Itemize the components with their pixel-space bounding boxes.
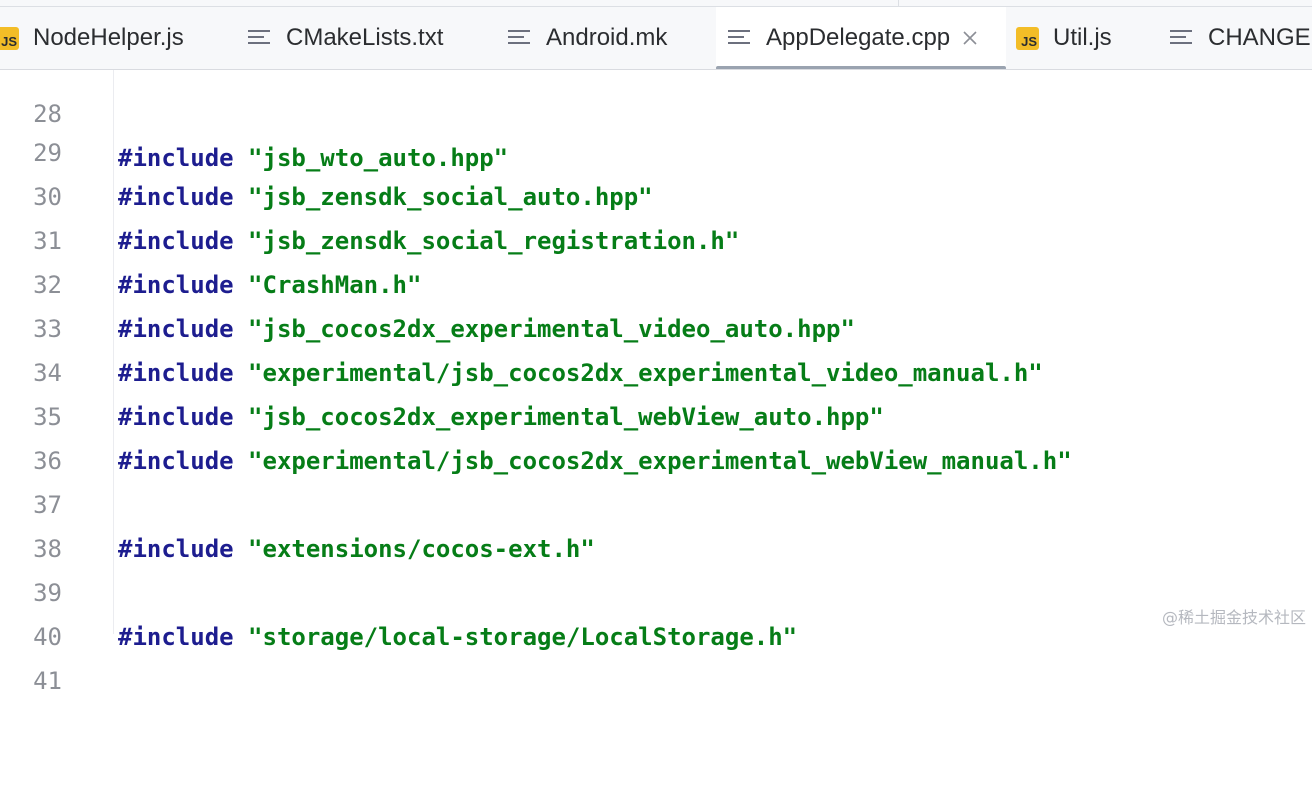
watermark: @稀土掘金技术社区 <box>1161 608 1306 627</box>
code-line[interactable]: 33 #include "experimental/jsb_cocos2dx_e… <box>0 263 1312 387</box>
code-line[interactable]: 37 #include "extensions/cocos-ext.h" <box>0 439 1312 563</box>
code-line[interactable]: 30 #include "jsb_zensdk_social_registrat… <box>0 131 1312 255</box>
text-file-icon <box>728 30 750 44</box>
code-line[interactable]: 39 #include "storage/local-storage/Local… <box>0 527 1312 651</box>
code-line[interactable]: 35 #include "experimental/jsb_cocos2dx_e… <box>0 351 1312 475</box>
code-line[interactable]: 38 <box>0 483 1312 563</box>
code-line[interactable]: 28 #include "jsb_wto_auto.hpp" <box>0 48 1312 172</box>
text-file-icon <box>508 30 530 44</box>
code-line[interactable]: 36 <box>0 395 1312 475</box>
code-line[interactable]: 31 #include "CrashMan.h" <box>0 175 1312 299</box>
tab-bar-divider <box>898 0 899 7</box>
code-line[interactable]: 29 #include "jsb_zensdk_social_auto.hpp" <box>0 87 1312 211</box>
js-file-icon: JS <box>1016 26 1039 50</box>
text-file-icon <box>248 30 270 44</box>
line-number: 41 <box>33 667 62 695</box>
code-line[interactable]: 32 #include "jsb_cocos2dx_experimental_v… <box>0 219 1312 343</box>
code-editor[interactable]: 28 #include "jsb_wto_auto.hpp" 29 #inclu… <box>0 70 1312 695</box>
close-icon[interactable] <box>962 30 978 46</box>
code-line[interactable]: 40 <box>0 571 1312 651</box>
text-file-icon <box>1170 30 1192 44</box>
code-line[interactable]: 41 <box>0 615 1312 695</box>
js-file-icon: JS <box>0 26 19 50</box>
code-line[interactable]: 34 #include "jsb_cocos2dx_experimental_w… <box>0 307 1312 431</box>
